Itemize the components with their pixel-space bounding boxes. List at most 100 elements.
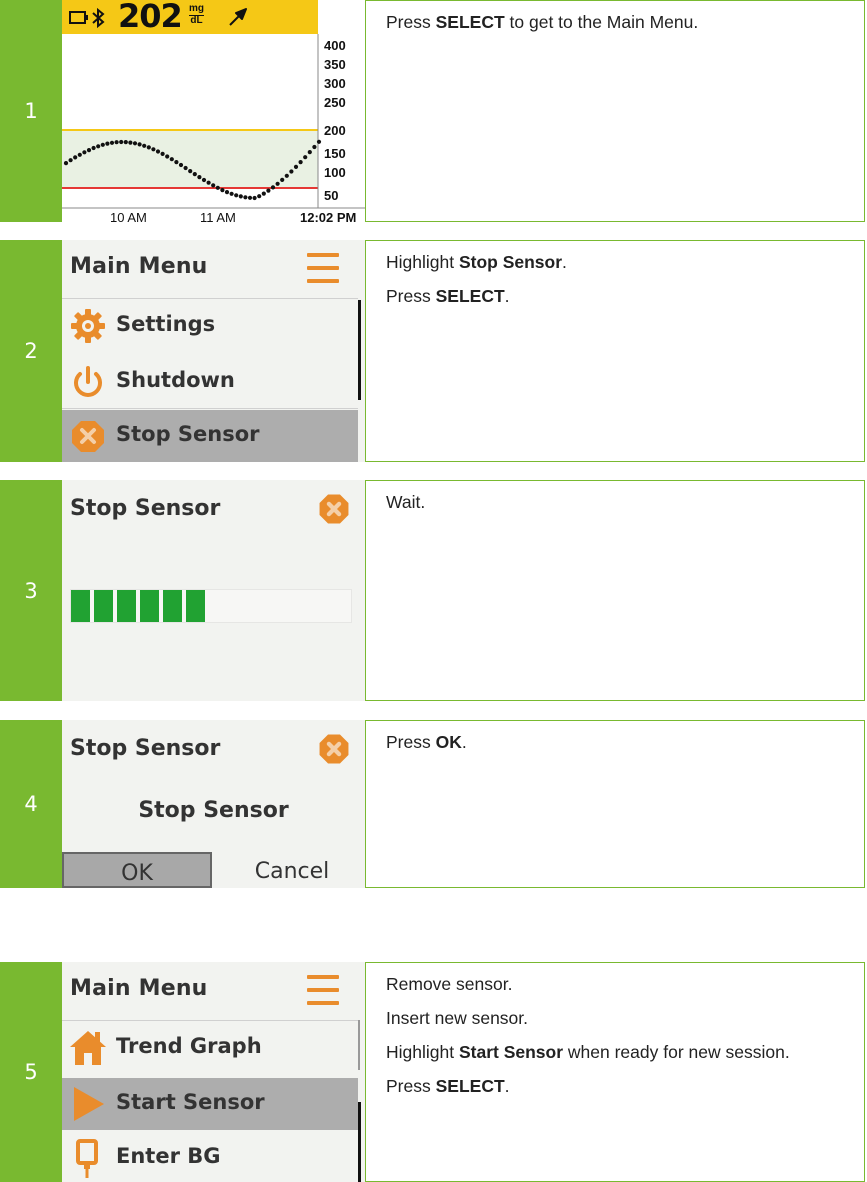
y-tick-label: 250 (324, 95, 346, 110)
menu-item-label: Shutdown (116, 368, 235, 392)
menu-item-enter-bg[interactable]: Enter BG (62, 1132, 358, 1182)
stop-sensor-icon (319, 494, 349, 524)
glucose-reading-dot (96, 144, 101, 149)
y-axis-ticks: 400 350 300 250 200 150 100 50 (324, 38, 346, 203)
glucose-reading-dot (82, 150, 87, 155)
gear-icon (71, 309, 105, 343)
glucose-reading-dot (123, 140, 128, 145)
glucose-reading-dot (68, 158, 73, 163)
glucose-reading-dot (105, 141, 110, 146)
menu-item-label: Enter BG (116, 1144, 221, 1168)
blood-drop-icon (76, 1139, 98, 1178)
play-icon (74, 1087, 104, 1121)
stop-sensor-icon (72, 421, 104, 452)
y-tick-label: 50 (324, 188, 338, 203)
menu-item-label: Settings (116, 312, 216, 336)
progress-segment (186, 590, 205, 622)
device-screen-stop-sensor-confirm: Stop Sensor Stop Sensor OK Cancel (62, 720, 365, 888)
instruction-line: Press SELECT. (386, 1076, 510, 1096)
instruction-line: Press SELECT. (386, 286, 510, 306)
screen-title: Main Menu (70, 976, 208, 1001)
glucose-reading-dot (229, 191, 234, 196)
ok-button[interactable]: OK (62, 852, 212, 888)
y-tick-label: 100 (324, 165, 346, 180)
screen-title: Stop Sensor (70, 736, 221, 761)
glucose-reading-dot (155, 149, 161, 154)
menu-item-start-sensor[interactable]: Start Sensor (62, 1078, 358, 1130)
glucose-reading-dot (174, 160, 179, 165)
y-tick-label: 300 (324, 76, 346, 91)
instruction-line: Highlight Start Sensor when ready for ne… (386, 1042, 790, 1062)
glucose-reading-dot (247, 195, 253, 200)
glucose-reading-dot (220, 188, 225, 193)
scrollbar[interactable] (358, 1020, 360, 1070)
device-screen-main-menu: Main Menu Settings Shutdown Stop Sensor (62, 240, 365, 462)
y-tick-label: 150 (324, 146, 346, 161)
x-axis-ticks: 10 AM 11 AM 12:02 PM (110, 210, 356, 222)
glucose-reading-dot (73, 155, 78, 160)
glucose-reading-dot (188, 169, 193, 174)
menu-item-label: Trend Graph (116, 1034, 262, 1058)
instruction-line: Insert new sensor. (386, 1008, 529, 1028)
x-tick-label: 12:02 PM (300, 210, 356, 222)
glucose-reading-dot (307, 150, 312, 155)
step-number: 5 (0, 962, 62, 1182)
step-row-1: 1 202 mg dL 400 350 300 250 200 150 100 … (0, 0, 867, 222)
step-number: 4 (0, 720, 62, 888)
menu-icon[interactable] (307, 975, 339, 1009)
x-tick-label: 10 AM (110, 210, 147, 222)
glucose-reading-dot (197, 175, 202, 180)
progress-segment (140, 590, 159, 622)
instructions: Highlight Stop Sensor. Press SELECT. (365, 240, 865, 462)
glucose-reading-dot (215, 185, 220, 190)
progress-segment (94, 590, 113, 622)
menu-item-shutdown[interactable]: Shutdown (62, 356, 358, 408)
glucose-reading-dot (178, 162, 184, 168)
glucose-reading-dot (86, 148, 92, 153)
menu-item-label: Stop Sensor (116, 422, 260, 446)
glucose-reading-dot (183, 165, 188, 171)
progress-fill (71, 590, 351, 622)
glucose-reading-dot (234, 193, 239, 198)
step-row-2: 2 Main Menu Settings Shutdown Stop Senso… (0, 240, 867, 462)
scrollbar[interactable] (358, 300, 361, 400)
scrollbar-thumb[interactable] (358, 1102, 361, 1182)
glucose-reading-dot (77, 152, 82, 157)
glucose-reading-dot (261, 191, 266, 196)
glucose-reading-dot (160, 151, 165, 156)
progress-bar (70, 589, 352, 623)
y-tick-label: 400 (324, 38, 346, 53)
instruction-line: Remove sensor. (386, 974, 513, 994)
instruction-line: Press OK. (386, 732, 467, 752)
cancel-button[interactable]: Cancel (222, 852, 362, 888)
device-screen-stop-sensor-progress: Stop Sensor (62, 480, 365, 701)
progress-segment (117, 590, 136, 622)
screen-title: Main Menu (70, 254, 208, 279)
instruction-line: Wait. (386, 492, 426, 512)
menu-item-trend-graph[interactable]: Trend Graph (62, 1022, 358, 1074)
glucose-reading-dot (137, 142, 142, 147)
instructions: Press OK. (365, 720, 865, 888)
confirm-message: Stop Sensor (138, 798, 289, 823)
menu-item-stop-sensor[interactable]: Stop Sensor (62, 410, 358, 462)
instructions: Remove sensor. Insert new sensor. Highli… (365, 962, 865, 1182)
device-screen-main-menu: Main Menu Trend Graph Start Sensor Enter… (62, 962, 365, 1182)
y-tick-label: 200 (324, 123, 346, 138)
glucose-reading-dot (289, 169, 294, 174)
menu-icon[interactable] (307, 253, 339, 287)
glucose-reading-dot (119, 139, 124, 145)
menu-item-settings[interactable]: Settings (62, 300, 358, 352)
glucose-reading-dot (201, 177, 207, 183)
glucose-reading-dot (293, 164, 299, 169)
instruction-line: Highlight Stop Sensor. (386, 252, 567, 272)
glucose-reading-dot (151, 147, 156, 152)
glucose-reading-dot (298, 160, 303, 165)
glucose-reading-dot (312, 144, 317, 150)
glucose-reading-dot (128, 140, 133, 145)
glucose-reading-dot (316, 139, 322, 144)
glucose-reading-dot (114, 140, 119, 145)
y-tick-label: 350 (324, 57, 346, 72)
glucose-reading-dot (238, 194, 243, 199)
instruction-line: Press SELECT to get to the Main Menu. (386, 12, 699, 32)
x-tick-label: 11 AM (200, 210, 236, 222)
